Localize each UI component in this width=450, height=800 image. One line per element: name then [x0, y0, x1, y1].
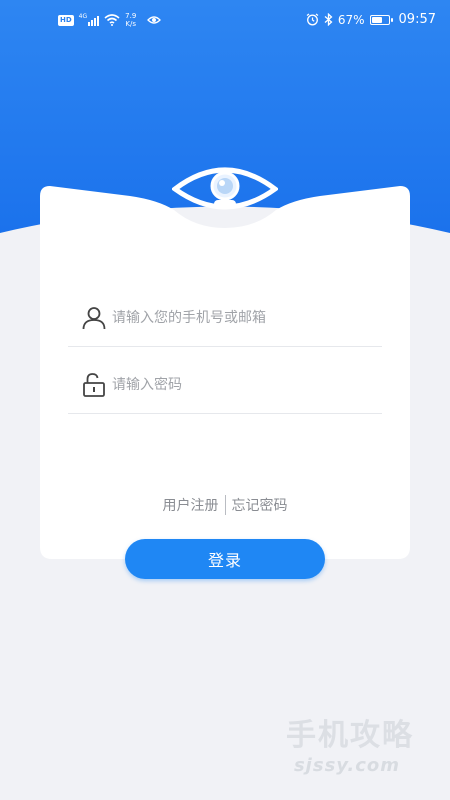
hd-badge: HD [58, 14, 74, 26]
watermark-text: 手机攻略 [286, 718, 414, 753]
login-button[interactable]: 登录 [125, 539, 325, 579]
forgot-password-link[interactable]: 忘记密码 [232, 495, 288, 515]
status-bar: HD 4G 7.9 K/s 67% 09:57 [0, 0, 450, 42]
alarm-clock-icon [306, 13, 319, 26]
battery-percent: 67% [337, 12, 365, 27]
network-type-label: 4G [78, 13, 88, 20]
network-speed: 7.9 K/s [125, 12, 136, 28]
wifi-icon [104, 14, 120, 26]
watermark: 手机攻略 sjssy.com [226, 718, 436, 788]
cellular-signal-icon: 4G [78, 13, 100, 26]
password-input[interactable] [112, 372, 372, 398]
network-speed-value: 7.9 [125, 12, 137, 20]
eye-status-icon [147, 16, 162, 24]
watermark-subtext: sjssy.com [293, 755, 400, 776]
clock-time: 09:57 [398, 12, 436, 27]
register-link[interactable]: 用户注册 [163, 495, 219, 515]
account-field [68, 281, 382, 347]
lock-open-icon [83, 373, 105, 397]
user-icon [82, 307, 106, 330]
network-speed-unit: K/s [125, 20, 137, 28]
app-logo-eye-icon [172, 167, 278, 210]
password-field [68, 348, 382, 414]
links-divider [224, 495, 226, 515]
battery-icon [369, 14, 393, 25]
account-input[interactable] [112, 305, 372, 331]
auth-links: 用户注册 忘记密码 [0, 494, 450, 516]
bluetooth-icon [324, 13, 333, 26]
